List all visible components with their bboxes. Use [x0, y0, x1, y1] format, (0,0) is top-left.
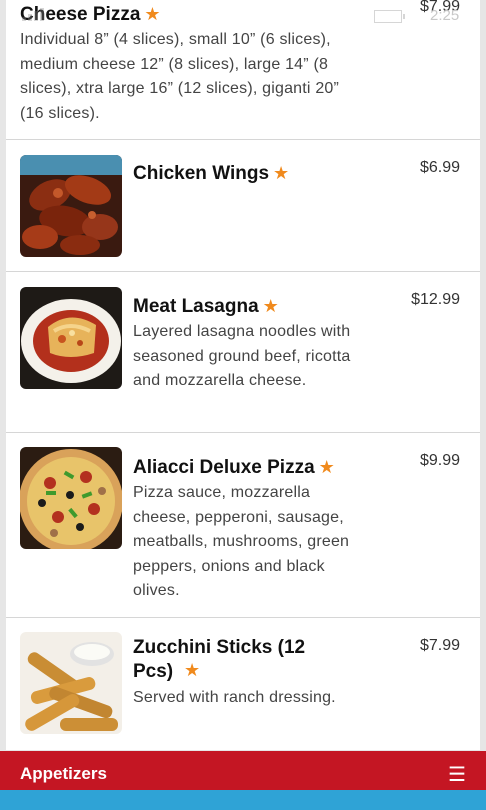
item-name: Meat Lasagna [133, 296, 259, 317]
item-description: Layered lasagna noodles with seasoned gr… [133, 323, 351, 389]
chicken-wings-image [20, 155, 122, 257]
menu-item-cheese-pizza[interactable]: Cheese Pizza ★ $7.99 Individual 8” (4 sli… [6, 0, 480, 140]
star-icon: ★ [318, 457, 335, 477]
star-icon: ★ [144, 4, 161, 24]
menu-item-chicken-wings[interactable]: Chicken Wings ★ $6.99 [6, 140, 480, 272]
hamburger-menu-icon[interactable]: ☰ [448, 762, 466, 787]
menu-item-zucchini-sticks[interactable]: Zucchini Sticks (12 Pcs) ★ $7.99 Served … [6, 618, 480, 750]
zucchini-sticks-image [20, 632, 122, 734]
item-price: $7.99 [419, 0, 460, 15]
deluxe-pizza-image [20, 447, 122, 549]
item-name: Cheese Pizza [20, 4, 141, 25]
meat-lasagna-image [20, 287, 122, 389]
item-price: $9.99 [419, 452, 460, 469]
category-bar[interactable]: Appetizers ☰ [0, 751, 486, 790]
item-description: Served with ranch dressing. [133, 689, 336, 706]
category-title[interactable]: Appetizers [20, 764, 107, 784]
item-price: $7.99 [419, 637, 460, 654]
menu-item-aliacci-deluxe-pizza[interactable]: Aliacci Deluxe Pizza ★ $9.99 Pizza sauce,… [6, 433, 480, 618]
star-icon: ★ [184, 660, 201, 680]
item-name: Aliacci Deluxe Pizza [133, 457, 315, 478]
item-price: $6.99 [419, 159, 460, 176]
system-nav-strip [0, 790, 486, 810]
item-price: $12.99 [411, 291, 460, 308]
item-description: Pizza sauce, mozzarella cheese, pepperon… [133, 484, 350, 599]
menu-item-list[interactable]: Cheese Pizza ★ $7.99 Individual 8” (4 sli… [6, 0, 480, 750]
star-icon: ★ [273, 163, 290, 183]
menu-item-meat-lasagna[interactable]: Meat Lasagna ★ $12.99 Layered lasagna noo… [6, 272, 480, 433]
item-name: Chicken Wings [133, 163, 270, 184]
item-name: Zucchini Sticks (12 Pcs) [133, 637, 306, 682]
item-description: Individual 8” (4 slices), small 10” (6 s… [20, 31, 340, 122]
star-icon: ★ [262, 296, 279, 316]
